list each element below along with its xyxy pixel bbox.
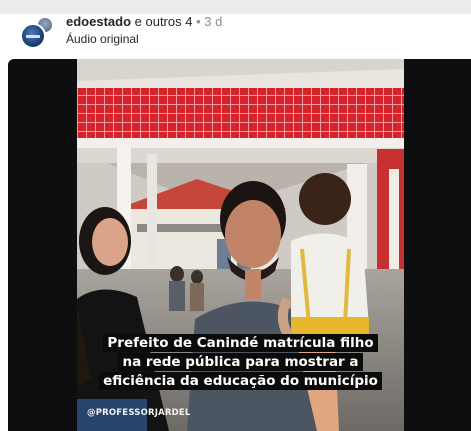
- post-time: 3 d: [204, 14, 223, 29]
- avatar-group[interactable]: [18, 16, 56, 50]
- caption-line-1: Prefeito de Canindé matrícula filho: [103, 334, 378, 352]
- post-header: edoestado e outros 4 • 3 d Áudio origina…: [0, 14, 471, 58]
- video-credit: @PROFESSORJARDEL: [87, 408, 191, 418]
- tile-wall: [77, 88, 404, 138]
- time-separator: •: [196, 14, 201, 29]
- top-strip: [0, 0, 471, 15]
- author-line: edoestado e outros 4 • 3 d: [66, 14, 222, 29]
- author-name[interactable]: edoestado: [66, 14, 131, 29]
- media-frame[interactable]: Prefeito de Canindé matrícula filho na r…: [8, 59, 471, 431]
- caption-line-2: na rede pública para mostrar a: [118, 353, 363, 371]
- audio-link[interactable]: Áudio original: [66, 32, 139, 46]
- video-player[interactable]: Prefeito de Canindé matrícula filho na r…: [77, 59, 404, 431]
- caption-line-3: eficiência da educação do município: [99, 372, 382, 390]
- author-avatar[interactable]: [20, 23, 46, 49]
- video-caption: Prefeito de Canindé matrícula filho na r…: [77, 334, 404, 391]
- coauthors-link[interactable]: e outros 4: [135, 14, 193, 29]
